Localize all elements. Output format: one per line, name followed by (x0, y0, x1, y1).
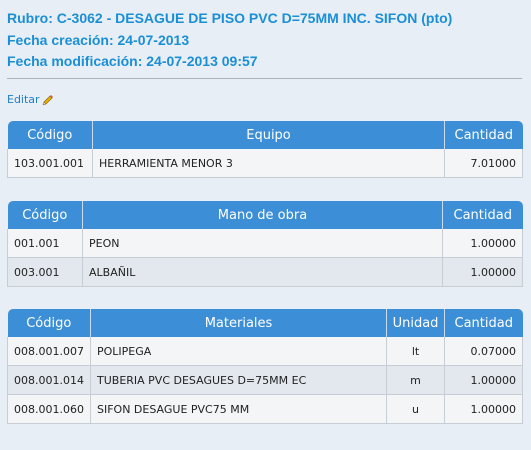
nombre-cell: SIFON DESAGUE PVC75 MM (90, 394, 387, 424)
cantidad-cell: 0.07000 (444, 337, 523, 366)
col-equipo: Equipo (92, 121, 445, 149)
pencil-icon (42, 94, 54, 106)
mano-obra-table: Código Mano de obra Cantidad 001.001 PEO… (7, 201, 523, 287)
nombre-cell: HERRAMIENTA MENOR 3 (92, 149, 445, 178)
col-codigo: Código (7, 201, 83, 229)
table-row: 008.001.060 SIFON DESAGUE PVC75 MM u 1.0… (7, 394, 523, 424)
table-row: 001.001 PEON 1.00000 (7, 229, 523, 258)
col-unidad: Unidad (386, 309, 445, 337)
codigo-cell: 008.001.007 (7, 337, 91, 366)
nombre-cell: POLIPEGA (90, 337, 387, 366)
col-cantidad: Cantidad (444, 309, 523, 337)
nombre-cell: ALBAÑIL (82, 257, 443, 287)
materiales-header-row: Código Materiales Unidad Cantidad (7, 309, 523, 337)
divider (7, 78, 522, 79)
cantidad-cell: 1.00000 (444, 394, 523, 424)
table-row: 008.001.014 TUBERIA PVC DESAGUES D=75MM … (7, 365, 523, 395)
col-cantidad: Cantidad (442, 201, 523, 229)
col-materiales: Materiales (90, 309, 387, 337)
codigo-cell: 008.001.014 (7, 365, 91, 395)
equipo-table: Código Equipo Cantidad 103.001.001 HERRA… (7, 121, 523, 178)
unidad-cell: u (386, 394, 445, 424)
unidad-cell: m (386, 365, 445, 395)
equipo-header-row: Código Equipo Cantidad (7, 121, 523, 149)
rubro-title: Rubro: C-3062 - DESAGUE DE PISO PVC D=75… (7, 10, 453, 26)
codigo-cell: 103.001.001 (7, 149, 93, 178)
table-row: 003.001 ALBAÑIL 1.00000 (7, 257, 523, 287)
table-row: 008.001.007 POLIPEGA lt 0.07000 (7, 337, 523, 366)
mano-obra-header-row: Código Mano de obra Cantidad (7, 201, 523, 229)
codigo-cell: 001.001 (7, 229, 83, 258)
edit-label: Editar (7, 93, 40, 106)
fecha-modificacion: Fecha modificación: 24-07-2013 09:57 (7, 53, 258, 69)
col-mano-obra: Mano de obra (82, 201, 443, 229)
col-cantidad: Cantidad (444, 121, 523, 149)
codigo-cell: 003.001 (7, 257, 83, 287)
col-codigo: Código (7, 121, 93, 149)
edit-link[interactable]: Editar (7, 93, 54, 106)
materiales-table: Código Materiales Unidad Cantidad 008.00… (7, 309, 523, 424)
unidad-cell: lt (386, 337, 445, 366)
cantidad-cell: 1.00000 (444, 365, 523, 395)
codigo-cell: 008.001.060 (7, 394, 91, 424)
table-row: 103.001.001 HERRAMIENTA MENOR 3 7.01000 (7, 149, 523, 178)
fecha-creacion: Fecha creación: 24-07-2013 (7, 32, 190, 48)
cantidad-cell: 1.00000 (442, 229, 523, 258)
cantidad-cell: 1.00000 (442, 257, 523, 287)
nombre-cell: PEON (82, 229, 443, 258)
nombre-cell: TUBERIA PVC DESAGUES D=75MM EC (90, 365, 387, 395)
cantidad-cell: 7.01000 (444, 149, 523, 178)
col-codigo: Código (7, 309, 91, 337)
